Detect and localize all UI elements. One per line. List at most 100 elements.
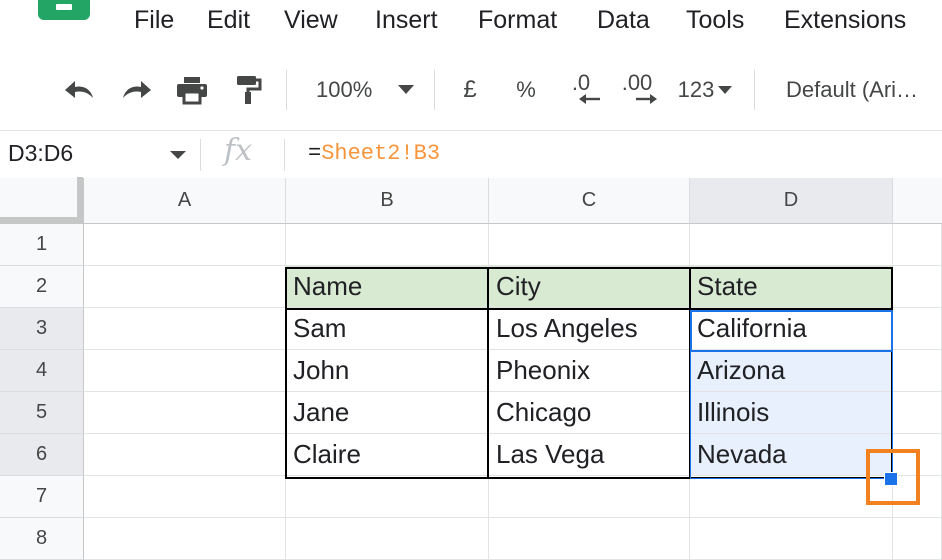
name-box-caret-icon[interactable]: [170, 151, 186, 159]
toolbar-divider: [754, 70, 755, 110]
more-formats-button[interactable]: 123: [670, 72, 740, 108]
row-header-7[interactable]: 7: [0, 476, 84, 518]
cell-d6[interactable]: Nevada: [690, 434, 893, 476]
cell-a1[interactable]: [84, 224, 286, 266]
toolbar-divider: [434, 70, 435, 110]
toolbar: 100% £ % .0 .00 123 Default (Ari…: [0, 50, 942, 130]
menu-format[interactable]: Format: [478, 3, 557, 37]
menu-bar: File Edit View Insert Format Data Tools …: [0, 0, 942, 50]
paint-format-button[interactable]: [228, 72, 268, 108]
cell-a3[interactable]: [84, 308, 286, 350]
cell-e3[interactable]: [893, 308, 942, 350]
cell-d2[interactable]: State: [690, 266, 893, 308]
currency-label: £: [463, 76, 477, 103]
redo-button[interactable]: [116, 72, 156, 108]
cell-a4[interactable]: [84, 350, 286, 392]
cell-a2[interactable]: [84, 266, 286, 308]
currency-format-button[interactable]: £: [452, 72, 488, 108]
cell-e2[interactable]: [893, 266, 942, 308]
cell-b8[interactable]: [286, 518, 489, 560]
cell-a7[interactable]: [84, 476, 286, 518]
fill-handle[interactable]: [884, 472, 898, 486]
menu-tools[interactable]: Tools: [686, 3, 744, 37]
print-icon: [177, 77, 207, 105]
row-header-8[interactable]: 8: [0, 518, 84, 560]
column-header-d[interactable]: D: [690, 178, 893, 224]
more-formats-caret-icon: [718, 85, 733, 94]
cell-b6[interactable]: Claire: [286, 434, 489, 476]
font-label: Default (Ari…: [786, 77, 919, 102]
column-header-c[interactable]: C: [489, 178, 690, 224]
cell-e7[interactable]: [893, 476, 942, 518]
column-header-a[interactable]: A: [84, 178, 286, 224]
cell-b4[interactable]: John: [286, 350, 489, 392]
cell-c1[interactable]: [489, 224, 690, 266]
increase-decimal-label: .00: [621, 70, 653, 95]
sheets-logo-icon[interactable]: [38, 0, 90, 20]
cell-a5[interactable]: [84, 392, 286, 434]
percent-format-button[interactable]: %: [508, 72, 544, 108]
decrease-decimal-button[interactable]: .0: [558, 72, 604, 108]
menu-data[interactable]: Data: [597, 3, 650, 37]
column-header-b[interactable]: B: [286, 178, 489, 224]
cell-d3[interactable]: California: [690, 308, 893, 350]
redo-icon: [123, 81, 151, 98]
cell-b1[interactable]: [286, 224, 489, 266]
menu-edit[interactable]: Edit: [207, 3, 250, 37]
cell-a8[interactable]: [84, 518, 286, 560]
row-header-4[interactable]: 4: [0, 350, 84, 392]
cell-b3[interactable]: Sam: [286, 308, 489, 350]
cell-e1[interactable]: [893, 224, 942, 266]
select-all-corner[interactable]: [0, 177, 84, 224]
cell-c7[interactable]: [489, 476, 690, 518]
cell-e4[interactable]: [893, 350, 942, 392]
menu-file[interactable]: File: [134, 3, 174, 37]
row-header-5[interactable]: 5: [0, 392, 84, 434]
cell-d7[interactable]: [690, 476, 893, 518]
cell-c6[interactable]: Las Vega: [489, 434, 690, 476]
formula-divider: [284, 139, 285, 171]
menu-insert[interactable]: Insert: [375, 3, 438, 37]
formula-divider: [200, 139, 201, 171]
cell-c4[interactable]: Pheonix: [489, 350, 690, 392]
formula-input[interactable]: =Sheet2!B3: [308, 141, 440, 166]
more-formats-label: 123: [677, 77, 715, 102]
undo-button[interactable]: [60, 72, 100, 108]
row-header-1[interactable]: 1: [0, 224, 84, 266]
column-header-e[interactable]: [893, 178, 942, 224]
menu-extensions[interactable]: Extensions: [784, 3, 906, 37]
formula-equals: =: [308, 141, 322, 166]
cell-b7[interactable]: [286, 476, 489, 518]
row-header-3[interactable]: 3: [0, 308, 84, 350]
cell-e5[interactable]: [893, 392, 942, 434]
paint-format-icon: [237, 76, 262, 104]
cell-d5[interactable]: Illinois: [690, 392, 893, 434]
row-header-2[interactable]: 2: [0, 266, 84, 308]
zoom-select[interactable]: 100%: [302, 72, 422, 108]
cell-d4[interactable]: Arizona: [690, 350, 893, 392]
zoom-value: 100%: [316, 77, 373, 102]
arrow-left-icon: [579, 94, 600, 104]
toolbar-divider: [286, 70, 287, 110]
cell-c3[interactable]: Los Angeles: [489, 308, 690, 350]
cell-e8[interactable]: [893, 518, 942, 560]
decrease-decimal-label: .0: [571, 70, 591, 95]
cell-c5[interactable]: Chicago: [489, 392, 690, 434]
name-box[interactable]: D3:D6: [8, 140, 73, 167]
cell-a6[interactable]: [84, 434, 286, 476]
cell-b5[interactable]: Jane: [286, 392, 489, 434]
print-button[interactable]: [172, 72, 212, 108]
fx-icon: fx: [224, 133, 253, 168]
cell-c8[interactable]: [489, 518, 690, 560]
cell-c2[interactable]: City: [489, 266, 690, 308]
font-select[interactable]: Default (Ari…: [786, 72, 942, 108]
cell-d8[interactable]: [690, 518, 893, 560]
cell-d1[interactable]: [690, 224, 893, 266]
cell-e6[interactable]: [893, 434, 942, 476]
increase-decimal-button[interactable]: .00: [614, 72, 660, 108]
menu-view[interactable]: View: [284, 3, 338, 37]
row-header-6[interactable]: 6: [0, 434, 84, 476]
formula-reference: Sheet2!B3: [321, 141, 441, 166]
cell-b2[interactable]: Name: [286, 266, 489, 308]
sheet-grid: A B C D 1 2 3 4 5 6 7 8 Name City State …: [0, 177, 942, 560]
